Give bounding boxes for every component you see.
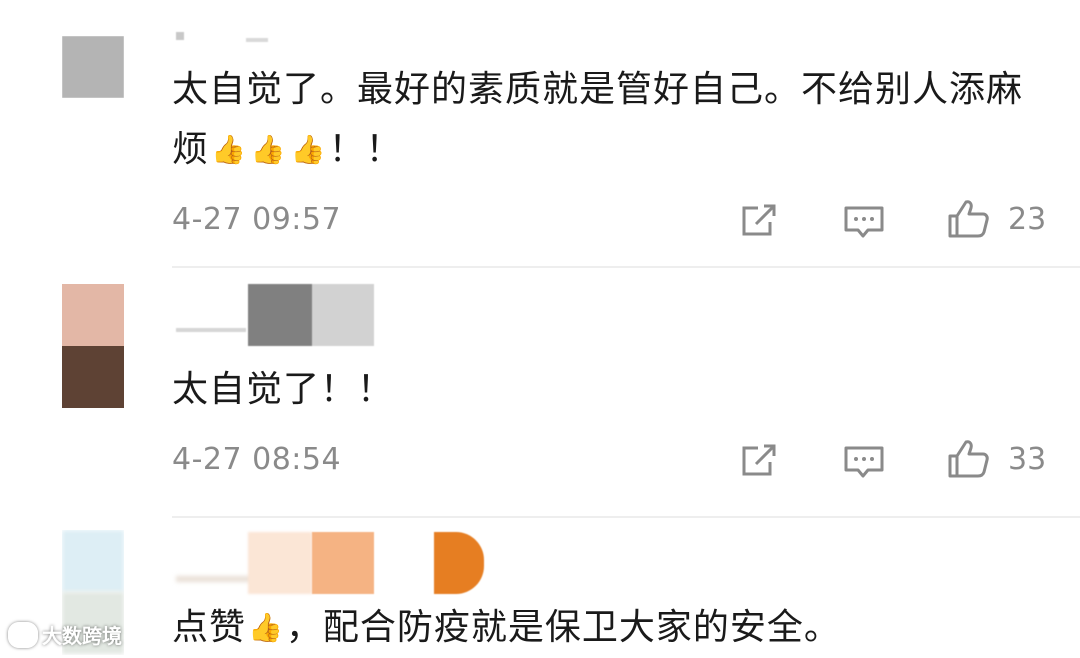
watermark-text: 大数跨境 bbox=[42, 624, 122, 648]
like-button[interactable] bbox=[946, 438, 990, 478]
comment-text: 太自觉了。最好的素质就是管好自己。不给别人添麻烦👍 👍 👍！！ bbox=[172, 60, 1032, 180]
avatar[interactable] bbox=[62, 36, 124, 98]
comment-button[interactable] bbox=[842, 202, 886, 242]
thumbs-up-icon bbox=[948, 440, 989, 478]
share-button[interactable] bbox=[738, 440, 782, 480]
comment-button[interactable] bbox=[842, 442, 886, 482]
share-icon bbox=[742, 204, 776, 236]
comment-icon bbox=[844, 206, 884, 238]
thumbs-up-emoji: 👍 bbox=[211, 133, 247, 166]
comment-item: 太自觉了。最好的素质就是管好自己。不给别人添麻烦👍 👍 👍！！ 4-27 09:57… bbox=[0, 0, 1080, 268]
like-button[interactable] bbox=[946, 198, 990, 238]
username-blurred[interactable] bbox=[176, 284, 386, 346]
comment-timestamp: 4-27 09:57 bbox=[172, 202, 342, 237]
share-button[interactable] bbox=[738, 200, 782, 240]
thumbs-up-emoji: 👍 bbox=[250, 133, 287, 166]
like-count: 23 bbox=[1008, 202, 1047, 237]
username-blurred[interactable] bbox=[176, 30, 276, 44]
comment-timestamp: 4-27 08:54 bbox=[172, 442, 342, 477]
comment-text: 点赞👍，配合防疫就是保卫大家的安全。 bbox=[172, 598, 1032, 658]
thumbs-up-emoji: 👍 bbox=[248, 611, 284, 644]
avatar[interactable] bbox=[62, 284, 124, 408]
watermark: 大数跨境 bbox=[8, 620, 122, 649]
share-icon bbox=[742, 444, 776, 476]
username-blurred[interactable] bbox=[176, 532, 488, 594]
comment-text: 太自觉了！！ bbox=[172, 369, 395, 410]
like-count: 33 bbox=[1008, 442, 1047, 477]
watermark-logo-icon bbox=[8, 621, 38, 648]
thumbs-up-emoji: 👍 bbox=[290, 133, 327, 166]
comment-item: 点赞👍，配合防疫就是保卫大家的安全。 bbox=[0, 518, 1080, 657]
comment-item: 太自觉了！！ 4-27 08:54 33 bbox=[0, 268, 1080, 518]
thumbs-up-icon bbox=[948, 200, 989, 238]
comment-icon bbox=[844, 446, 884, 478]
